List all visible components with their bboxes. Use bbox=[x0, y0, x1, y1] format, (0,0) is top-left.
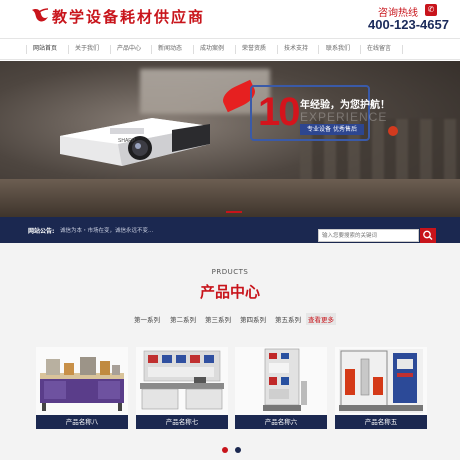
product-name[interactable]: 产品名称六 bbox=[235, 415, 327, 429]
nav-item-contact[interactable]: 联系我们 bbox=[326, 43, 350, 52]
hero-banner[interactable]: SHARP 10 年经验，为您护航！ EXPERIENCE 专业设备 优秀售后 bbox=[0, 61, 460, 217]
nav-item-support[interactable]: 技术支持 bbox=[284, 43, 308, 52]
product-card[interactable]: 产品名称六 bbox=[235, 347, 327, 429]
search-icon bbox=[423, 230, 433, 240]
product-image bbox=[235, 347, 327, 415]
category-tab-3[interactable]: 第三系列 bbox=[203, 313, 233, 325]
nav-separator bbox=[26, 45, 27, 54]
category-tab-4[interactable]: 第四系列 bbox=[238, 313, 268, 325]
hotline-number: 400-123-4657 bbox=[368, 17, 449, 32]
pager-dot-active[interactable] bbox=[222, 447, 228, 453]
search-button[interactable] bbox=[420, 228, 436, 243]
products-subtitle: PRDUCTS bbox=[211, 268, 249, 276]
nav-separator bbox=[235, 45, 236, 54]
search-input[interactable] bbox=[318, 229, 419, 242]
projector-image: SHARP bbox=[60, 118, 210, 166]
view-more-link[interactable]: 查看更多 bbox=[306, 313, 336, 325]
product-image bbox=[136, 347, 228, 415]
nav-separator bbox=[360, 45, 361, 54]
logo-icon bbox=[32, 8, 49, 22]
notice-text[interactable]: 诚信为本・市场在变，诚信永远不变... bbox=[60, 226, 153, 234]
pager-dot[interactable] bbox=[235, 447, 241, 453]
product-name[interactable]: 产品名称八 bbox=[36, 415, 128, 429]
phone-icon: ✆ bbox=[425, 4, 437, 16]
nav-item-honors[interactable]: 荣誉资质 bbox=[242, 43, 266, 52]
banner-slide-indicator[interactable] bbox=[226, 211, 242, 213]
nav-item-home[interactable]: 网站首页 bbox=[33, 43, 57, 52]
nav-separator bbox=[193, 45, 194, 54]
product-card[interactable]: 产品名称五 bbox=[335, 347, 427, 429]
site-name[interactable]: 教学设备耗材供应商 bbox=[52, 6, 205, 27]
notice-label: 网站公告: bbox=[28, 228, 55, 235]
category-tab-2[interactable]: 第二系列 bbox=[168, 313, 198, 325]
nav-separator bbox=[151, 45, 152, 54]
banner-tagline: 专业设备 优秀售后 bbox=[300, 124, 364, 135]
nav-item-message[interactable]: 在线留言 bbox=[367, 43, 391, 52]
nav-separator bbox=[277, 45, 278, 54]
product-image bbox=[335, 347, 427, 415]
nav-item-products[interactable]: 产品中心 bbox=[117, 43, 141, 52]
projector-brand: SHARP bbox=[118, 138, 136, 144]
main-nav: 网站首页 关于我们 产品中心 新闻动态 成功案例 荣誉资质 技术支持 联系我们 … bbox=[0, 38, 460, 60]
header: 教学设备耗材供应商 咨询热线 ✆ 400-123-4657 bbox=[0, 0, 460, 38]
product-name[interactable]: 产品名称五 bbox=[335, 415, 427, 429]
product-card[interactable]: 产品名称八 bbox=[36, 347, 128, 429]
red-ball-decoration bbox=[388, 126, 398, 136]
nav-separator bbox=[110, 45, 111, 54]
nav-item-cases[interactable]: 成功案例 bbox=[200, 43, 224, 52]
nav-separator bbox=[318, 45, 319, 54]
category-tab-1[interactable]: 第一系列 bbox=[132, 313, 162, 325]
category-tab-5[interactable]: 第五系列 bbox=[273, 313, 303, 325]
product-image bbox=[36, 347, 128, 415]
page: 教学设备耗材供应商 咨询热线 ✆ 400-123-4657 网站首页 关于我们 … bbox=[0, 0, 460, 460]
product-name[interactable]: 产品名称七 bbox=[136, 415, 228, 429]
product-card[interactable]: 产品名称七 bbox=[136, 347, 228, 429]
nav-item-news[interactable]: 新闻动态 bbox=[158, 43, 182, 52]
years-number: 10 bbox=[258, 90, 300, 134]
nav-item-about[interactable]: 关于我们 bbox=[75, 43, 99, 52]
nav-separator bbox=[402, 45, 403, 54]
products-title: 产品中心 bbox=[199, 283, 260, 301]
banner-slogan: 年经验，为您护航！ bbox=[300, 100, 390, 111]
nav-separator bbox=[68, 45, 69, 54]
banner-experience-text: EXPERIENCE bbox=[300, 110, 388, 124]
